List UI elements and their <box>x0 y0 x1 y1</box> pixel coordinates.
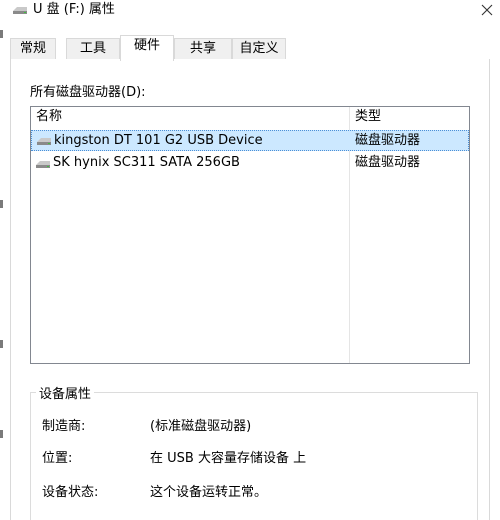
device-type: 磁盘驱动器 <box>355 155 421 170</box>
tab-tools[interactable]: 工具 <box>66 38 120 60</box>
disk-drive-icon <box>37 138 51 145</box>
close-icon <box>481 4 493 16</box>
tab-customize[interactable]: 自定义 <box>232 38 286 60</box>
disk-drives-label: 所有磁盘驱动器(D): <box>30 85 146 100</box>
tab-general[interactable]: 常规 <box>10 38 56 60</box>
drive-icon <box>13 7 27 14</box>
properties-window: U 盘 (F:) 属性 常规 工具 硬件 共享 自定义 所有磁盘驱动器(D): … <box>0 0 500 520</box>
device-name: kingston DT 101 G2 USB Device <box>54 133 263 148</box>
device-status-label: 设备状态: <box>42 485 99 500</box>
location-label: 位置: <box>42 451 73 466</box>
list-item[interactable]: SK hynix SC311 SATA 256GB 磁盘驱动器 <box>31 153 469 174</box>
column-header-name[interactable]: 名称 <box>31 107 349 127</box>
list-item[interactable]: kingston DT 101 G2 USB Device 磁盘驱动器 <box>31 130 469 151</box>
column-header-type[interactable]: 类型 <box>350 107 469 127</box>
close-button[interactable] <box>474 0 500 20</box>
device-status-value: 这个设备运转正常。 <box>150 485 268 500</box>
manufacturer-label: 制造商: <box>42 419 86 434</box>
disk-drive-list[interactable]: 名称 类型 kingston DT 101 G2 USB Device 磁盘驱动… <box>30 106 470 364</box>
device-type: 磁盘驱动器 <box>355 133 421 148</box>
location-value: 在 USB 大容量存储设备 上 <box>150 451 307 466</box>
tab-strip: 常规 工具 硬件 共享 自定义 <box>10 35 490 61</box>
tab-sharing[interactable]: 共享 <box>174 38 232 60</box>
tab-hardware[interactable]: 硬件 <box>120 35 174 61</box>
title-bar: U 盘 (F:) 属性 <box>0 0 500 22</box>
window-title: U 盘 (F:) 属性 <box>33 2 115 17</box>
list-header: 名称 类型 <box>31 107 469 127</box>
manufacturer-value: (标准磁盘驱动器) <box>150 419 252 434</box>
disk-drive-icon <box>36 161 50 168</box>
device-name: SK hynix SC311 SATA 256GB <box>53 155 240 170</box>
device-properties-title: 设备属性 <box>36 383 95 402</box>
background-window-edge <box>0 30 3 520</box>
